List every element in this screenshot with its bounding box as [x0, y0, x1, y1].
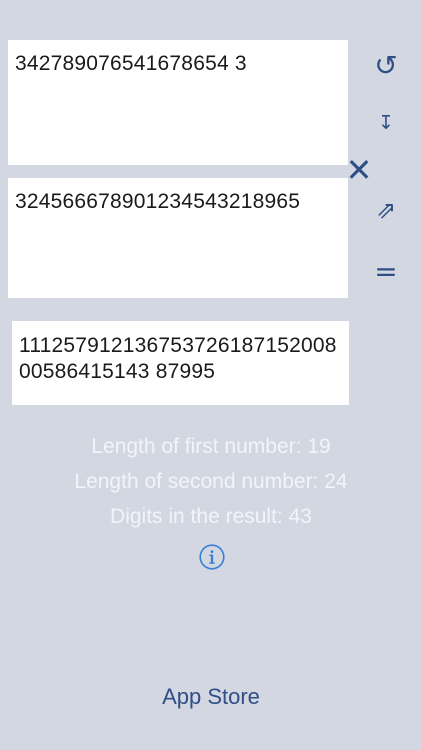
first-number-length: Length of first number: 19 [91, 435, 331, 458]
second-number-length: Length of second number: 24 [74, 470, 348, 493]
multiply-icon: ✕ [345, 151, 373, 189]
result-digit-count: Digits in the result: 43 [110, 505, 312, 528]
info-button[interactable] [199, 544, 225, 570]
swap-icon: ↧ [378, 112, 394, 134]
reset-icon: ↺ [374, 49, 398, 82]
copy-button[interactable]: ⇗ [370, 198, 402, 222]
copy-icon: ⇗ [375, 196, 397, 224]
result-output: 11125791213675372618715200800586415143 8… [12, 321, 349, 405]
swap-button[interactable]: ↧ [372, 114, 400, 133]
second-number-input[interactable]: 324566678901234543218965 [8, 178, 348, 298]
info-icon [199, 544, 225, 570]
first-number-input[interactable]: 342789076541678654 3 [8, 40, 348, 165]
equals-button[interactable]: = [370, 258, 402, 286]
equals-icon: = [374, 255, 398, 288]
reset-button[interactable]: ↺ [370, 52, 402, 80]
multiply-button[interactable]: ✕ [342, 154, 376, 186]
app-store-link[interactable]: App Store [0, 684, 422, 710]
